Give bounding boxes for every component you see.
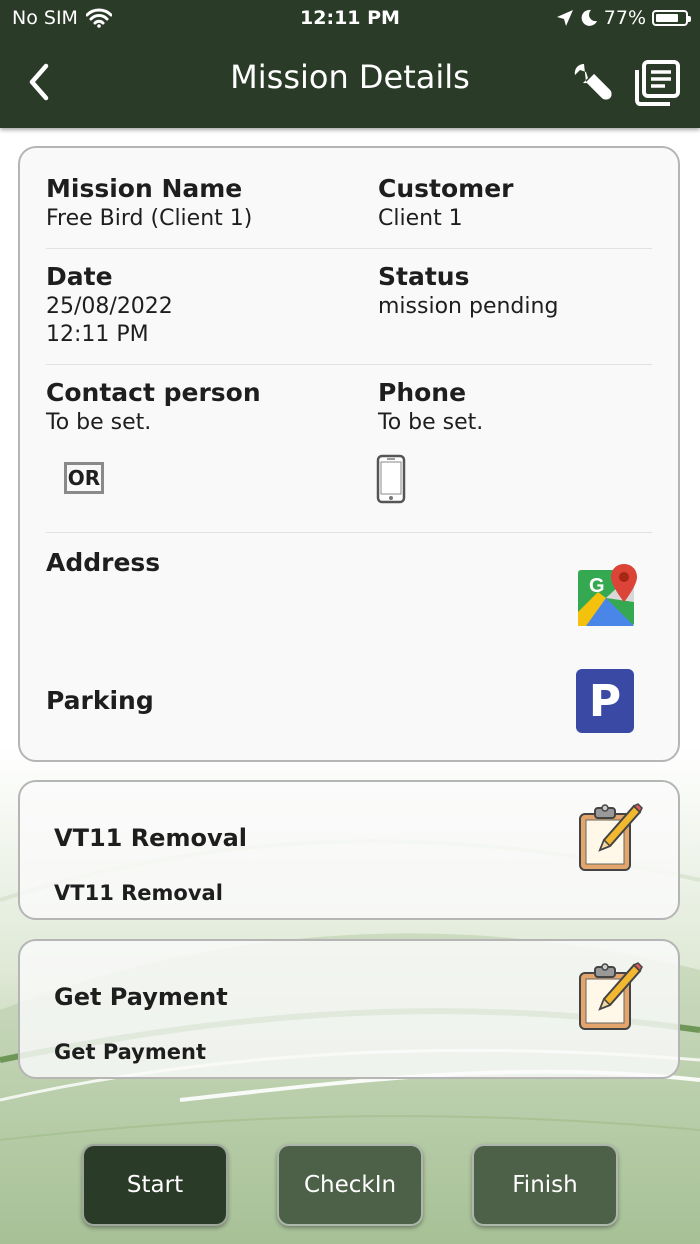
task-subtitle: Get Payment [54, 1040, 206, 1064]
address-label: Address [46, 548, 161, 577]
divider [46, 532, 652, 533]
google-maps-icon[interactable]: G [576, 562, 640, 628]
mission-name-label: Mission Name [46, 174, 243, 203]
mobile-phone-icon[interactable] [376, 454, 406, 504]
parking-label: Parking [46, 686, 154, 715]
date-label: Date [46, 262, 113, 291]
svg-text:G: G [589, 575, 605, 597]
customer-label: Customer [378, 174, 514, 203]
moon-icon [581, 9, 597, 26]
mission-details-card: Mission Name Free Bird (Client 1) Custom… [18, 146, 680, 762]
contact-person-value: To be set. [46, 410, 152, 435]
start-button[interactable]: Start [82, 1144, 228, 1226]
clipboard-pencil-icon[interactable] [578, 961, 644, 1031]
document-list-icon [635, 60, 680, 106]
parking-icon[interactable]: P [576, 669, 634, 733]
date-value: 25/08/2022 12:11 PM [46, 294, 173, 347]
task-subtitle: VT11 Removal [54, 881, 223, 905]
task-title: Get Payment [54, 983, 228, 1011]
location-arrow-icon [556, 10, 573, 26]
status-bar: No SIM 12:11 PM 77% [0, 0, 700, 36]
task-card[interactable]: Get Payment Get Payment [18, 939, 680, 1079]
checkin-button[interactable]: CheckIn [277, 1144, 423, 1226]
app-header: No SIM 12:11 PM 77% Mission Details [0, 0, 700, 128]
documents-button[interactable] [634, 60, 680, 106]
status-label: Status [378, 262, 470, 291]
task-title: VT11 Removal [54, 824, 248, 852]
wrench-icon [574, 64, 612, 100]
status-value: mission pending [378, 294, 559, 319]
navigation-bar: Mission Details [0, 36, 700, 128]
battery-icon [652, 10, 691, 26]
phone-label: Phone [378, 378, 467, 407]
task-card[interactable]: VT11 Removal VT11 Removal [18, 780, 680, 920]
divider [46, 248, 652, 249]
mission-name-value: Free Bird (Client 1) [46, 206, 253, 231]
customer-value: Client 1 [378, 206, 463, 231]
divider [46, 364, 652, 365]
contact-person-label: Contact person [46, 378, 261, 407]
battery-percent: 77% [603, 7, 646, 29]
phone-value: To be set. [378, 410, 484, 435]
qr-scan-button[interactable]: OR [64, 462, 104, 494]
tools-button[interactable] [570, 60, 614, 104]
finish-button[interactable]: Finish [472, 1144, 618, 1226]
clipboard-pencil-icon[interactable] [578, 802, 644, 872]
